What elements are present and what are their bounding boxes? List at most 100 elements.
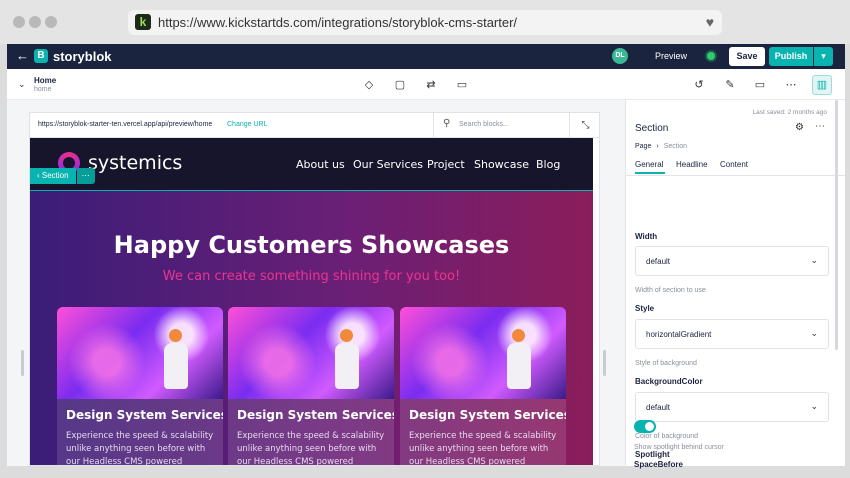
chevron-down-icon[interactable]: ⌄: [18, 79, 26, 90]
more-icon[interactable]: ⋯: [76, 168, 95, 184]
card-image: [228, 307, 394, 399]
card-title: Design System Services: [409, 408, 566, 422]
showcase-card[interactable]: Design System Services Experience the sp…: [228, 307, 394, 466]
nav-link-about[interactable]: About us: [296, 158, 345, 171]
compare-icon[interactable]: ⇄: [424, 78, 438, 92]
preview-url-bar: https://storyblok-starter-ten.vercel.app…: [30, 113, 599, 138]
panel-scrollbar[interactable]: [835, 100, 838, 350]
background-color-help: Color of background: [635, 433, 699, 440]
breadcrumb-current: Section: [663, 143, 688, 150]
background-color-label: BackgroundColor: [635, 377, 703, 386]
chevron-down-icon: ⌄: [810, 328, 818, 338]
width-help: Width of section to use: [635, 287, 706, 294]
width-select[interactable]: default ⌄: [635, 246, 829, 276]
comment-icon[interactable]: ▢: [393, 78, 407, 92]
block-settings-panel: Last saved: 2 months ago Section ⚙ ⋯ Pag…: [625, 100, 845, 466]
card-image: [57, 307, 223, 399]
hero-section[interactable]: Happy Customers Showcases We can create …: [30, 190, 593, 466]
preview-url: https://storyblok-starter-ten.vercel.app…: [38, 121, 213, 128]
site-logo-text[interactable]: systemics: [88, 152, 182, 174]
panel-divider: [626, 175, 845, 176]
showcase-card[interactable]: Design System Services Experience the sp…: [57, 307, 223, 466]
preview-canvas: https://storyblok-starter-ten.vercel.app…: [7, 100, 625, 466]
block-search[interactable]: ⚲ Search blocks...: [433, 113, 569, 138]
more-icon[interactable]: ⋯: [784, 78, 798, 92]
hero-subtitle: We can create something shining for you …: [162, 269, 461, 284]
tab-headline[interactable]: Headline: [676, 160, 708, 169]
back-arrow-icon[interactable]: ←: [16, 48, 29, 63]
tab-content[interactable]: Content: [720, 160, 748, 169]
style-select[interactable]: horizontalGradient ⌄: [635, 319, 829, 349]
address-bar[interactable]: k https://www.kickstartds.com/integratio…: [128, 10, 722, 35]
section-block-tag[interactable]: ‹ Section ⋯: [30, 168, 95, 184]
section-tag-label[interactable]: ‹ Section: [30, 168, 76, 184]
card-text: Experience the speed & scalability unlik…: [409, 431, 557, 466]
sidebar-toggle-icon[interactable]: ▥: [812, 75, 832, 95]
panel-title: Section: [635, 123, 669, 134]
heart-icon[interactable]: ♥: [706, 14, 714, 30]
preview-button[interactable]: Preview: [655, 51, 687, 61]
search-input[interactable]: Search blocks...: [459, 121, 509, 128]
showcase-card[interactable]: Design System Services Experience the sp…: [400, 307, 566, 466]
top-nav: ← B storyblok DL Preview Save Publish ▾: [7, 44, 845, 69]
address-url[interactable]: https://www.kickstartds.com/integrations…: [158, 15, 517, 30]
status-dot-icon: [707, 52, 715, 60]
resize-handle-left[interactable]: [21, 350, 24, 376]
window-minimize-dot[interactable]: [29, 16, 41, 28]
chevron-down-icon[interactable]: ▾: [814, 47, 833, 66]
search-icon: ⚲: [443, 118, 451, 129]
spotlight-help: Show spotlight behind cursor: [634, 444, 724, 451]
card-text: Experience the speed & scalability unlik…: [237, 431, 385, 466]
chevron-right-icon: ›: [656, 143, 659, 150]
collapse-icon[interactable]: ⤡: [569, 113, 599, 138]
nav-link-services[interactable]: Our Services: [353, 158, 423, 171]
chevron-down-icon: ⌄: [810, 255, 818, 265]
person-figure: [161, 329, 191, 395]
breadcrumb-parent[interactable]: Page: [635, 143, 651, 150]
style-value: horizontalGradient: [646, 330, 712, 339]
storyblok-app: ← B storyblok DL Preview Save Publish ▾ …: [7, 44, 845, 466]
background-color-select[interactable]: default ⌄: [635, 392, 829, 422]
story-title[interactable]: Home: [34, 76, 56, 85]
calendar-icon[interactable]: ▭: [455, 78, 469, 92]
window-maximize-dot[interactable]: [45, 16, 57, 28]
card-title: Design System Services: [66, 408, 223, 422]
resize-handle-right[interactable]: [603, 350, 606, 376]
preview-frame: https://storyblok-starter-ten.vercel.app…: [29, 112, 600, 466]
breadcrumb: Page › Section: [635, 143, 687, 150]
more-icon[interactable]: ⋯: [815, 121, 825, 132]
window-close-dot[interactable]: [13, 16, 25, 28]
width-label: Width: [635, 232, 658, 241]
gear-icon[interactable]: ⚙: [795, 122, 804, 133]
hero-title: Happy Customers Showcases: [113, 231, 510, 259]
nav-link-project[interactable]: Project: [427, 158, 465, 171]
editor-toolbar: ⌄ Home home ◇ ▢ ⇄ ▭ ↺ ✎ ▭ ⋯ ▥: [7, 69, 845, 100]
style-label: Style: [635, 304, 655, 313]
diamond-icon[interactable]: ◇: [362, 78, 376, 92]
story-slug: home: [34, 86, 52, 93]
site-header: systemics About us Our Services Project …: [30, 138, 593, 190]
width-value: default: [646, 257, 671, 266]
change-url-link[interactable]: Change URL: [227, 121, 267, 128]
background-color-value: default: [646, 403, 671, 412]
publish-button[interactable]: Publish: [769, 47, 813, 66]
user-avatar[interactable]: DL: [612, 48, 628, 64]
history-icon[interactable]: ↺: [692, 78, 706, 92]
chevron-down-icon: ⌄: [810, 401, 818, 411]
spotlight-label: Spotlight: [635, 450, 670, 459]
brand-name: storyblok: [53, 49, 112, 64]
style-help: Style of background: [635, 360, 697, 367]
card-text: Experience the speed & scalability unlik…: [66, 431, 214, 466]
spotlight-toggle[interactable]: [634, 420, 656, 433]
section-tag-text: Section: [41, 171, 69, 180]
nav-link-blog[interactable]: Blog: [536, 158, 560, 171]
wrench-icon[interactable]: ✎: [723, 78, 737, 92]
save-button[interactable]: Save: [729, 47, 765, 66]
nav-link-showcase[interactable]: Showcase: [474, 158, 529, 171]
person-figure: [504, 329, 534, 395]
monitor-icon[interactable]: ▭: [753, 78, 767, 92]
space-before-label: SpaceBefore: [634, 460, 683, 469]
website-preview: systemics About us Our Services Project …: [30, 138, 593, 466]
storyblok-logo-icon: B: [34, 49, 48, 63]
tab-general[interactable]: General: [635, 160, 663, 169]
